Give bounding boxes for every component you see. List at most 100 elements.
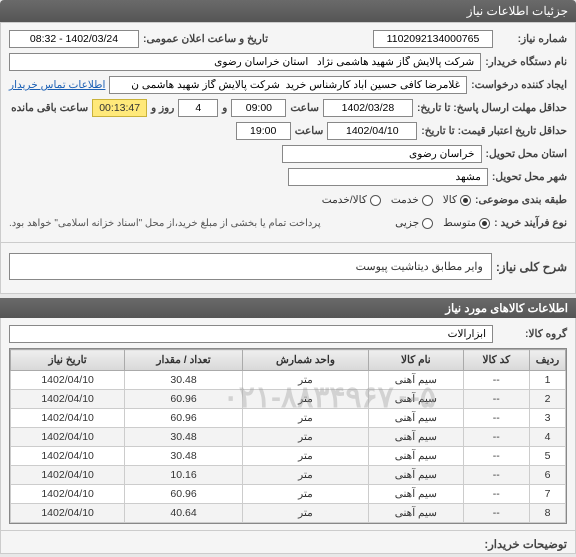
days-field[interactable] — [178, 99, 218, 117]
cell-date: 1402/04/10 — [11, 409, 125, 428]
goods-table: ردیف کد کالا نام کالا واحد شمارش تعداد /… — [10, 349, 566, 523]
desc-text: وایر مطابق دیتاشیت پیوست — [9, 253, 492, 280]
province-field[interactable] — [282, 145, 482, 163]
cell-code: -- — [463, 504, 529, 523]
cell-unit: متر — [242, 409, 368, 428]
group-field[interactable] — [9, 325, 493, 343]
purchase-type-group: متوسط جزیی — [395, 217, 490, 229]
buyer-label: نام دستگاه خریدار: — [485, 56, 567, 68]
cell-unit: متر — [242, 466, 368, 485]
th-name: نام کالا — [369, 350, 463, 371]
cell-qty: 10.16 — [125, 466, 243, 485]
cell-name: سیم آهنی — [369, 428, 463, 447]
subject-class-group: کالا خدمت کالا/خدمت — [322, 194, 471, 206]
cell-unit: متر — [242, 371, 368, 390]
buyer-notes-label: توضیحات خریدار: — [484, 539, 567, 551]
cell-date: 1402/04/10 — [11, 371, 125, 390]
subject-class-label: طبقه بندی موضوعی: — [475, 194, 567, 206]
table-row[interactable]: 8--سیم آهنیمتر40.641402/04/10 — [11, 504, 566, 523]
radio-icon — [422, 218, 433, 229]
cell-date: 1402/04/10 — [11, 485, 125, 504]
cell-qty: 30.48 — [125, 428, 243, 447]
goods-service-radio[interactable]: کالا/خدمت — [322, 194, 381, 206]
cell-idx: 1 — [530, 371, 566, 390]
cell-code: -- — [463, 428, 529, 447]
cell-idx: 8 — [530, 504, 566, 523]
deadline-label: حداقل مهلت ارسال پاسخ: تا تاریخ: — [417, 102, 567, 114]
th-date: تاریخ نیاز — [11, 350, 125, 371]
table-row[interactable]: 7--سیم آهنیمتر60.961402/04/10 — [11, 485, 566, 504]
cell-date: 1402/04/10 — [11, 390, 125, 409]
goods-panel: گروه کالا: ردیف کد کالا نام کالا واحد شم… — [0, 318, 576, 531]
cell-idx: 7 — [530, 485, 566, 504]
service-radio[interactable]: خدمت — [391, 194, 433, 206]
table-row[interactable]: 6--سیم آهنیمتر10.161402/04/10 — [11, 466, 566, 485]
cell-qty: 30.48 — [125, 371, 243, 390]
radio-icon — [370, 195, 381, 206]
deadline-time-field[interactable] — [231, 99, 286, 117]
cell-idx: 5 — [530, 447, 566, 466]
cell-name: سیم آهنی — [369, 466, 463, 485]
th-qty: تعداد / مقدار — [125, 350, 243, 371]
radio-icon — [460, 195, 471, 206]
deadline-date-field[interactable] — [323, 99, 413, 117]
table-row[interactable]: 3--سیم آهنیمتر60.961402/04/10 — [11, 409, 566, 428]
cell-date: 1402/04/10 — [11, 466, 125, 485]
cell-code: -- — [463, 390, 529, 409]
public-date-label: تاریخ و ساعت اعلان عمومی: — [143, 33, 268, 45]
countdown-timer: 00:13:47 — [92, 99, 147, 117]
cell-unit: متر — [242, 485, 368, 504]
need-no-label: شماره نیاز: — [497, 33, 567, 45]
page-header: جزئیات اطلاعات نیاز — [0, 0, 576, 22]
and-label: و — [222, 102, 227, 114]
time-label-1: ساعت — [290, 102, 319, 114]
medium-radio[interactable]: متوسط — [443, 217, 490, 229]
th-code: کد کالا — [463, 350, 529, 371]
table-header-row: ردیف کد کالا نام کالا واحد شمارش تعداد /… — [11, 350, 566, 371]
table-row[interactable]: 2--سیم آهنیمتر60.961402/04/10 — [11, 390, 566, 409]
small-radio[interactable]: جزیی — [395, 217, 433, 229]
city-label: شهر محل تحویل: — [492, 171, 567, 183]
desc-label: شرح کلی نیاز: — [496, 260, 567, 274]
province-label: استان محل تحویل: — [486, 148, 567, 160]
cell-idx: 6 — [530, 466, 566, 485]
creator-field[interactable] — [109, 76, 467, 94]
table-row[interactable]: 5--سیم آهنیمتر30.481402/04/10 — [11, 447, 566, 466]
need-no-field[interactable] — [373, 30, 493, 48]
cell-unit: متر — [242, 504, 368, 523]
city-field[interactable] — [288, 168, 488, 186]
th-idx: ردیف — [530, 350, 566, 371]
cell-code: -- — [463, 447, 529, 466]
cell-qty: 60.96 — [125, 390, 243, 409]
public-date-field[interactable] — [9, 30, 139, 48]
footer-panel: توضیحات خریدار: — [0, 531, 576, 554]
contact-link[interactable]: اطلاعات تماس خریدار — [9, 79, 105, 91]
table-row[interactable]: 1--سیم آهنیمتر30.481402/04/10 — [11, 371, 566, 390]
cell-name: سیم آهنی — [369, 447, 463, 466]
validity-date-field[interactable] — [327, 122, 417, 140]
radio-icon — [479, 218, 490, 229]
cell-date: 1402/04/10 — [11, 447, 125, 466]
description-panel: شرح کلی نیاز: وایر مطابق دیتاشیت پیوست — [0, 243, 576, 294]
table-row[interactable]: 4--سیم آهنیمتر30.481402/04/10 — [11, 428, 566, 447]
form-panel: شماره نیاز: تاریخ و ساعت اعلان عمومی: نا… — [0, 22, 576, 243]
cell-idx: 4 — [530, 428, 566, 447]
cell-name: سیم آهنی — [369, 409, 463, 428]
creator-label: ایجاد کننده درخواست: — [471, 79, 567, 91]
cell-code: -- — [463, 371, 529, 390]
goods-radio[interactable]: کالا — [443, 194, 471, 206]
group-label: گروه کالا: — [497, 328, 567, 340]
cell-unit: متر — [242, 390, 368, 409]
buyer-field[interactable] — [9, 53, 481, 71]
validity-time-field[interactable] — [236, 122, 291, 140]
cell-name: سیم آهنی — [369, 371, 463, 390]
cell-name: سیم آهنی — [369, 485, 463, 504]
cell-code: -- — [463, 409, 529, 428]
radio-icon — [422, 195, 433, 206]
purchase-type-label: نوع فرآیند خرید : — [494, 217, 567, 229]
cell-qty: 60.96 — [125, 409, 243, 428]
purchase-note: پرداخت تمام یا بخشی از مبلغ خرید،از محل … — [9, 218, 321, 229]
cell-qty: 60.96 — [125, 485, 243, 504]
cell-name: سیم آهنی — [369, 390, 463, 409]
cell-date: 1402/04/10 — [11, 428, 125, 447]
